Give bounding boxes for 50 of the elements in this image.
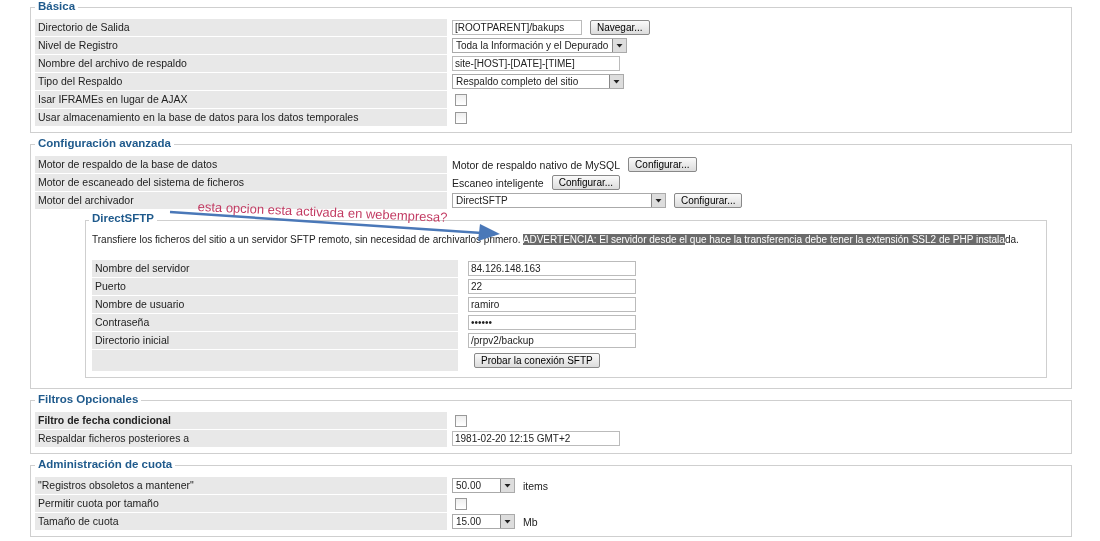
- text-field[interactable]: ••••••: [468, 315, 636, 330]
- section-title: Filtros Opcionales: [35, 393, 142, 405]
- field-label: Permitir cuota por tamaño: [35, 495, 447, 512]
- action-button[interactable]: Configurar...: [551, 175, 621, 190]
- unit-label: items: [523, 479, 549, 492]
- field-label: Nombre del archivo de respaldo: [35, 55, 447, 72]
- field-label: Nivel de Registro: [35, 37, 447, 54]
- field-label: Motor de escaneado del sistema de ficheros: [35, 174, 447, 191]
- field-label: Respaldar ficheros posteriores a: [35, 430, 447, 447]
- text-field[interactable]: 1981-02-20 12:15 GMT+2: [452, 431, 620, 446]
- checkbox[interactable]: [455, 497, 467, 510]
- dropdown[interactable]: DirectSFTP: [452, 193, 666, 208]
- field-label: Motor de respaldo de la base de datos: [35, 156, 447, 173]
- field-label: Contraseña: [92, 314, 458, 331]
- checkbox[interactable]: [455, 414, 467, 427]
- dropdown[interactable]: 50.00: [452, 478, 515, 493]
- field-label: "Registros obsoletos a mantener": [35, 477, 447, 494]
- field-label: Puerto: [92, 278, 458, 295]
- field-label: Directorio de Salida: [35, 19, 447, 36]
- checkbox[interactable]: [455, 111, 467, 124]
- text-field[interactable]: 84.126.148.163: [468, 261, 636, 276]
- field-label: Tamaño de cuota: [35, 513, 447, 530]
- action-button[interactable]: Navegar...: [590, 20, 650, 35]
- field-label: Usar almacenamiento en la base de datos para los datos temporales: [35, 109, 447, 126]
- field-label: Tipo del Respaldo: [35, 73, 447, 90]
- checkbox[interactable]: [455, 93, 467, 106]
- text-field[interactable]: /prpv2/backup: [468, 333, 636, 348]
- text-field[interactable]: [ROOTPARENT]/bakups: [452, 20, 582, 35]
- field-label: Isar IFRAMEs en lugar de AJAX: [35, 91, 447, 108]
- field-label: Nombre del servidor: [92, 260, 458, 277]
- dropdown[interactable]: Toda la Información y el Depurado: [452, 38, 628, 53]
- unit-label: Mb: [523, 515, 538, 528]
- text-field[interactable]: ramiro: [468, 297, 636, 312]
- section-title: Configuración avanzada: [35, 137, 174, 149]
- engine-name: Escaneo inteligente: [452, 176, 544, 189]
- text-field[interactable]: site-[HOST]-[DATE]-[TIME]: [452, 56, 620, 71]
- engine-name: Motor de respaldo nativo de MySQL: [452, 158, 621, 171]
- section-title: Administración de cuota: [35, 458, 176, 470]
- section-title: DirectSFTP: [89, 212, 157, 224]
- action-button[interactable]: Probar la conexión SFTP: [474, 353, 600, 368]
- field-label: Filtro de fecha condicional: [35, 412, 447, 429]
- dropdown[interactable]: 15.00: [452, 514, 515, 529]
- action-button[interactable]: Configurar...: [628, 157, 697, 172]
- field-label: Directorio inicial: [92, 332, 458, 349]
- annotation-text: esta opcion esta activada en webempresa?: [197, 199, 448, 225]
- action-button[interactable]: Configurar...: [674, 193, 743, 208]
- dropdown[interactable]: Respaldo completo del sitio: [452, 74, 624, 89]
- section-title: Básica: [35, 0, 79, 12]
- text-field[interactable]: 22: [468, 279, 636, 294]
- field-label: Nombre de usuario: [92, 296, 458, 313]
